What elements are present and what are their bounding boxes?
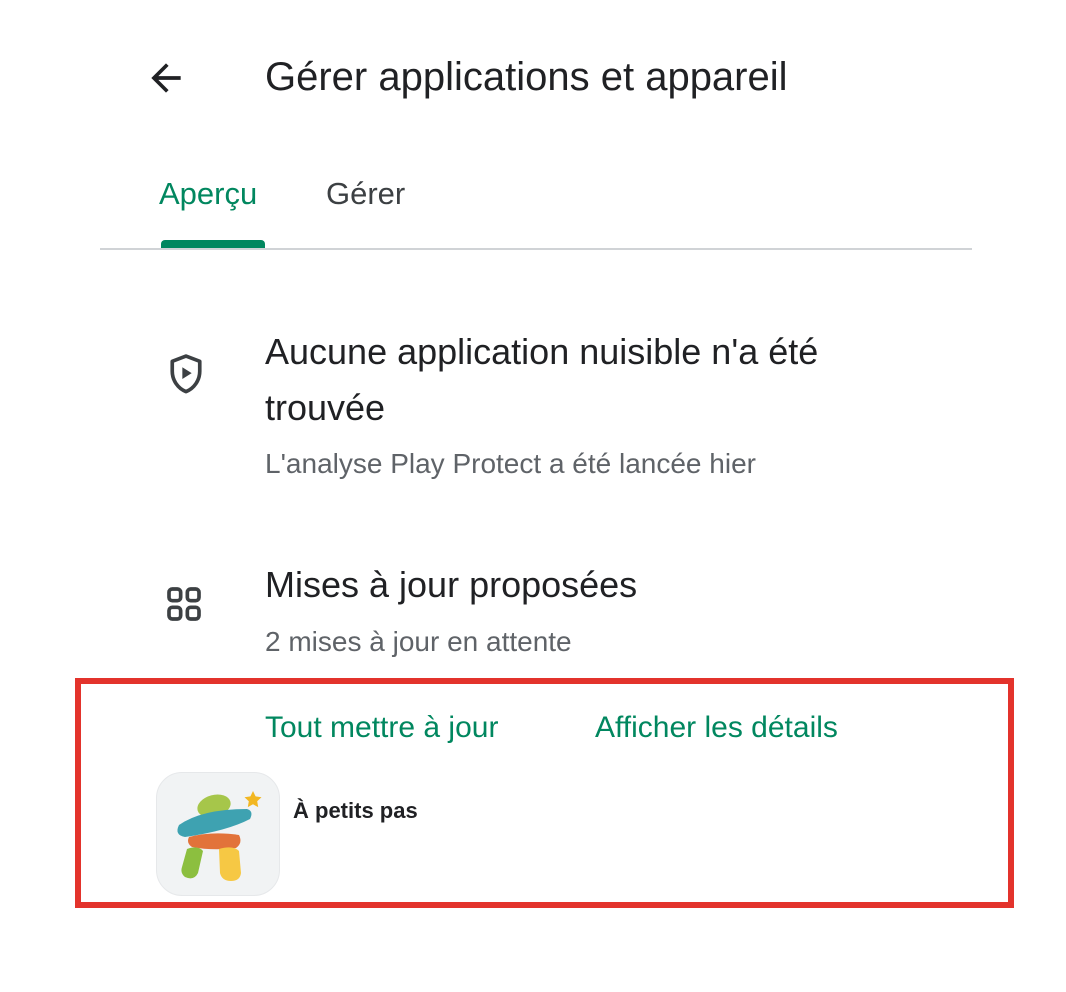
app-name: À petits pas xyxy=(293,798,418,823)
page-title: Gérer applications et appareil xyxy=(265,55,788,99)
tab-gerer[interactable]: Gérer xyxy=(326,170,405,218)
updates-title: Mises à jour proposées xyxy=(265,564,638,605)
shield-play-icon xyxy=(160,348,212,400)
arrow-back-icon xyxy=(151,63,181,93)
apps-grid-icon xyxy=(160,580,208,628)
updates-subtitle: 2 mises à jour en attente xyxy=(265,626,572,657)
protect-title-line2: trouvée xyxy=(265,387,386,428)
a-petits-pas-app-icon[interactable] xyxy=(156,772,280,896)
update-all-button[interactable]: Tout mettre à jour xyxy=(265,706,498,750)
protect-subtitle: L'analyse Play Protect a été lancée hier xyxy=(265,448,756,479)
tab-bar: Aperçu Gérer xyxy=(100,160,972,250)
tab-apercu[interactable]: Aperçu xyxy=(159,170,257,218)
show-details-button[interactable]: Afficher les détails xyxy=(595,706,838,750)
tab-divider xyxy=(100,248,972,250)
protect-title-line1: Aucune application nuisible n'a été xyxy=(265,331,819,372)
back-button[interactable] xyxy=(142,54,190,102)
active-tab-indicator xyxy=(161,240,265,248)
